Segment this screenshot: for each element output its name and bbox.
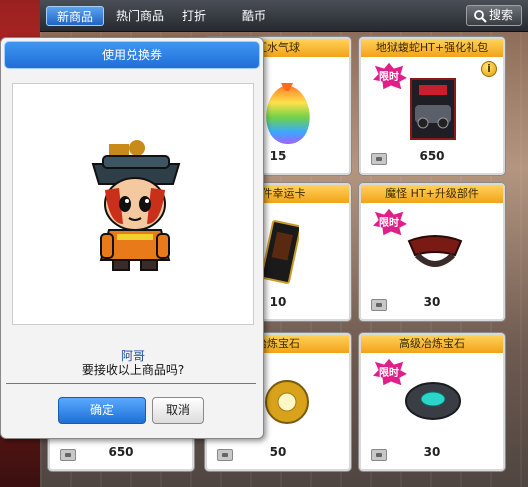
limited-badge-label: 限时 — [379, 366, 399, 379]
character-avatar-image — [91, 140, 181, 271]
tab-hot-items[interactable]: 热门商品 — [108, 6, 172, 26]
upgrade-part-image — [407, 235, 463, 267]
limited-badge-label: 限时 — [379, 70, 399, 83]
advanced-refine-gem-image — [405, 382, 461, 420]
item-card-title: 地狱蝮蛇HT+强化礼包 — [361, 39, 503, 57]
item-card-title: 高级冶炼宝石 — [361, 335, 503, 353]
item-card-hell-viper-pack[interactable]: 地狱蝮蛇HT+强化礼包 限时 i 650 — [359, 37, 505, 175]
gift-icon[interactable] — [371, 449, 387, 461]
gift-icon[interactable] — [60, 449, 76, 461]
luck-card-image — [263, 220, 299, 284]
water-balloon-image — [266, 83, 310, 144]
limited-badge-label: 限时 — [379, 216, 399, 229]
gift-icon[interactable] — [217, 449, 233, 461]
info-icon[interactable]: i — [481, 61, 497, 77]
tab-new-items[interactable]: 新商品 — [46, 6, 104, 26]
search-icon — [474, 10, 487, 23]
search-label: 搜索 — [489, 8, 514, 22]
item-card-title: 魔怪 HT+升级部件 — [361, 185, 503, 203]
refine-gem-image — [265, 380, 309, 424]
confirm-button[interactable]: 确定 — [58, 397, 146, 424]
shop-tab-bar: 新商品 热门商品 打折 酷币 搜索 — [40, 0, 528, 32]
item-card-monster-upgrade-part[interactable]: 魔怪 HT+升级部件 限时 30 — [359, 183, 505, 321]
tab-cool-coins[interactable]: 酷币 — [236, 6, 272, 26]
cancel-button[interactable]: 取消 — [152, 397, 204, 424]
item-preview-frame — [12, 83, 254, 325]
gift-icon[interactable] — [371, 153, 387, 165]
redeem-voucher-dialog: 使用兑换券 阿哥 要接收以上商品吗? 确定 取消 — [0, 37, 264, 439]
dialog-title: 使用兑换券 — [4, 41, 260, 69]
gift-icon[interactable] — [371, 299, 387, 311]
limited-time-badge: 限时 — [369, 61, 410, 91]
item-card-advanced-refine-gem[interactable]: 高级冶炼宝石 限时 30 — [359, 333, 505, 471]
search-button[interactable]: 搜索 — [466, 5, 522, 26]
tab-discount[interactable]: 打折 — [176, 6, 212, 26]
hell-viper-pack-image — [410, 78, 456, 140]
divider — [6, 383, 256, 384]
confirm-question: 要接收以上商品吗? — [81, 363, 185, 377]
